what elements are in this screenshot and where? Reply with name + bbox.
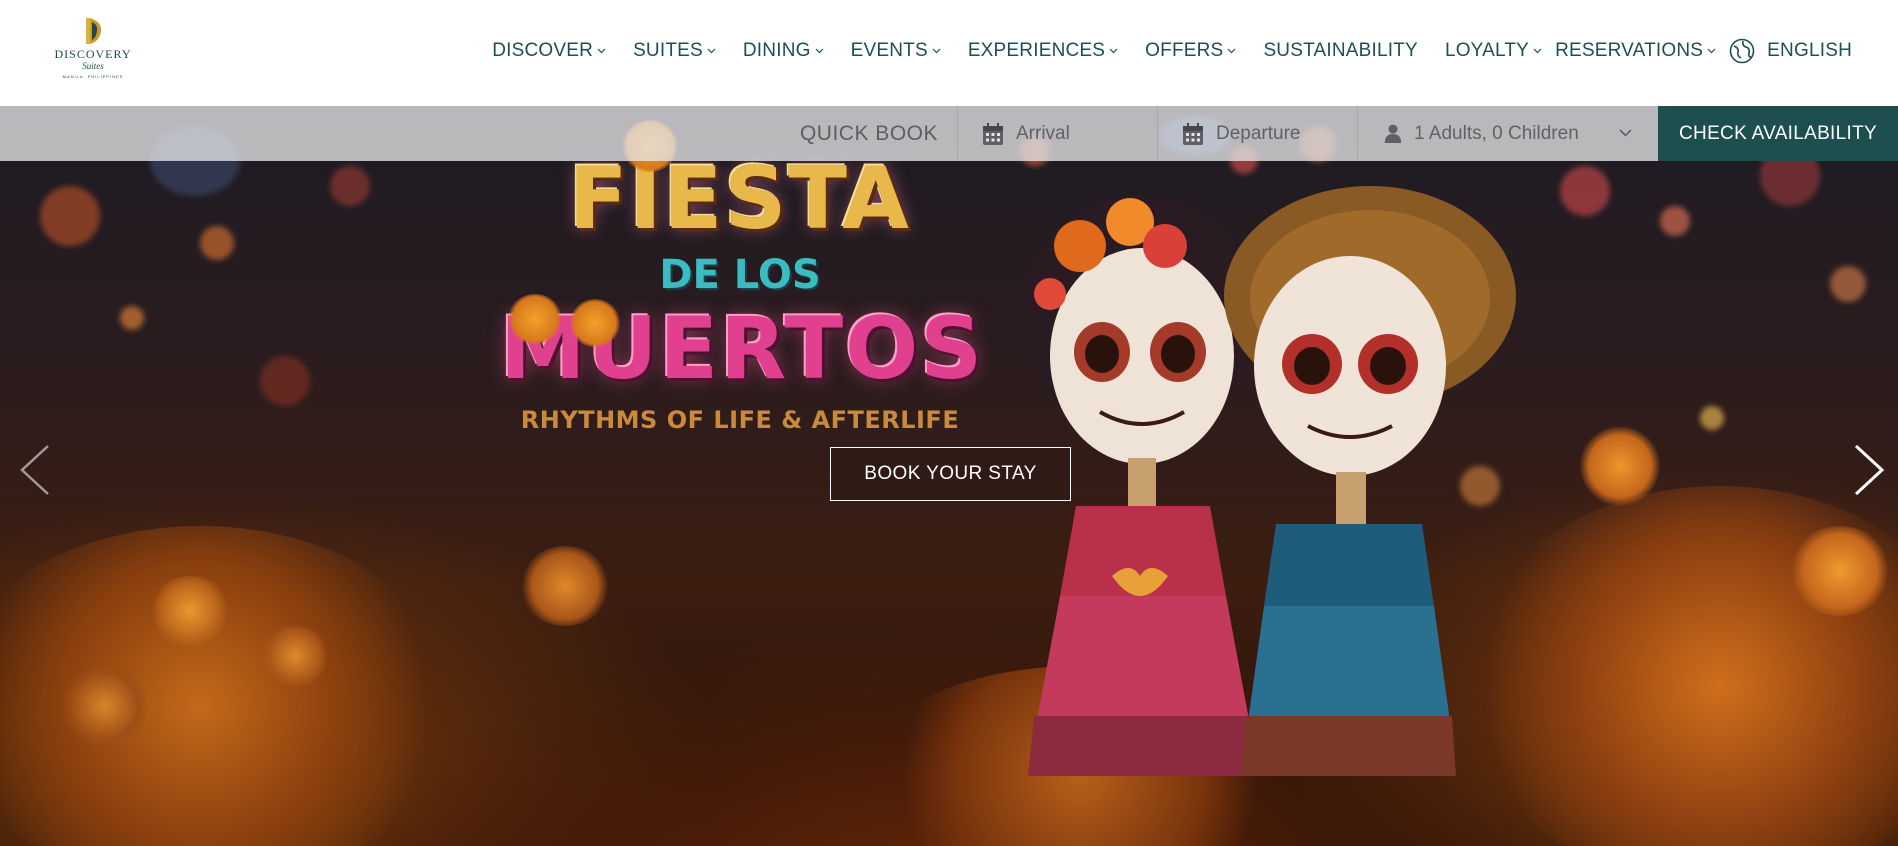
guests-value: 1 Adults, 0 Children [1414,122,1579,144]
hero-tagline: RHYTHMS OF LIFE & AFTERLIFE [520,406,960,434]
hero-banner: FIESTA DE LOS MUERTOS RHYTHMS OF LIFE & … [0,106,1898,846]
arrival-placeholder: Arrival [1016,122,1070,144]
nav-item-label: EXPERIENCES [967,40,1106,61]
logo-subtitle: Suites [82,61,104,71]
chevron-down-icon [1619,129,1632,137]
chevron-down-icon [597,48,606,54]
guests-selector[interactable]: 1 Adults, 0 Children [1357,106,1658,161]
nav-item-dining[interactable]: DINING [743,40,824,62]
globe-icon [1729,38,1755,64]
nav-item-experiences[interactable]: EXPERIENCES [968,40,1118,62]
check-availability-button[interactable]: CHECK AVAILABILITY [1658,106,1898,161]
chevron-down-icon [1228,48,1236,54]
chevron-right-icon[interactable] [1852,442,1888,498]
chevron-down-icon [707,48,716,54]
hero-title-artwork: FIESTA DE LOS MUERTOS RHYTHMS OF LIFE & … [500,149,982,434]
quick-book-bar: QUICK BOOK Arrival Departure 1 Adults, 0… [0,106,1898,161]
main-nav: DISCOVER SUITES DINING EVENTS EXPERIENCE… [492,38,1852,64]
arrival-date-field[interactable]: Arrival [957,106,1157,161]
chevron-down-icon [1707,48,1716,54]
departure-placeholder: Departure [1216,122,1301,144]
language-selector[interactable]: ENGLISH [1729,38,1852,64]
nav-item-suites[interactable]: SUITES [633,40,716,62]
hero-title-line1: FIESTA [569,149,911,249]
nav-item-label: LOYALTY [1444,40,1530,61]
skeleton-figures-illustration [1022,186,1516,776]
nav-item-label: EVENTS [850,40,928,61]
site-header: DISCOVERY Suites MANILA, PHILIPPINES DIS… [0,0,1898,106]
hero-title-line2: DE LOS [659,252,821,298]
nav-item-offers[interactable]: OFFERS [1145,40,1236,62]
nav-item-discover[interactable]: DISCOVER [492,40,606,62]
nav-item-events[interactable]: EVENTS [851,40,941,62]
nav-item-label: DISCOVER [492,40,594,61]
chevron-left-icon[interactable] [16,442,52,498]
logo-mark-icon [86,18,102,44]
nav-item-label: RESERVATIONS [1555,40,1704,61]
marigold-decoration [508,294,562,344]
nav-item-label: SUSTAINABILITY [1263,40,1418,61]
departure-date-field[interactable]: Departure [1157,106,1357,161]
calendar-icon [983,122,1003,145]
logo-name: DISCOVERY [54,47,132,61]
chevron-down-icon [1109,48,1118,54]
chevron-down-icon [815,48,824,54]
logo-location: MANILA, PHILIPPINES [62,74,124,79]
book-your-stay-button[interactable]: BOOK YOUR STAY [830,447,1071,501]
language-label: ENGLISH [1767,40,1852,61]
nav-item-sustainability[interactable]: SUSTAINABILITY [1263,40,1418,62]
brand-logo[interactable]: DISCOVERY Suites MANILA, PHILIPPINES [52,16,134,86]
nav-item-loyalty[interactable]: LOYALTY [1445,40,1542,62]
nav-item-reservations[interactable]: RESERVATIONS [1555,40,1716,62]
calendar-icon [1183,122,1203,145]
nav-item-label: DINING [742,40,811,61]
user-icon [1384,124,1402,143]
chevron-down-icon [1533,48,1542,54]
marigold-decoration [570,299,620,347]
quick-book-label: QUICK BOOK [799,122,938,145]
nav-item-label: SUITES [633,40,703,61]
chevron-down-icon [932,48,941,54]
nav-item-label: OFFERS [1145,40,1224,61]
